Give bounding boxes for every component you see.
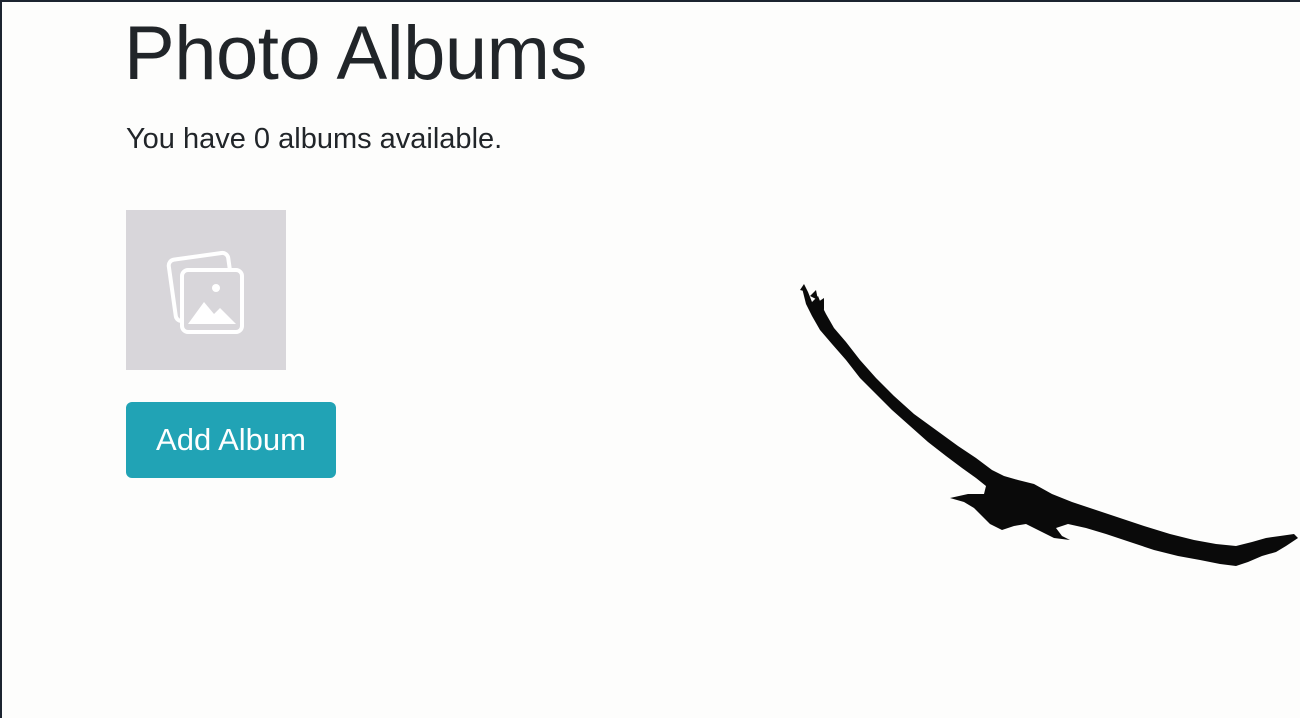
album-placeholder-thumbnail[interactable]: [126, 210, 286, 370]
add-album-button[interactable]: Add Album: [126, 402, 336, 478]
window-left-edge: [0, 0, 2, 718]
albums-count-text: You have 0 albums available.: [126, 123, 503, 155]
window-top-edge: [0, 0, 1300, 2]
image-placeholder-icon: [166, 250, 244, 334]
page-title: Photo Albums: [124, 11, 587, 96]
bird-silhouette-image: [800, 284, 1298, 566]
